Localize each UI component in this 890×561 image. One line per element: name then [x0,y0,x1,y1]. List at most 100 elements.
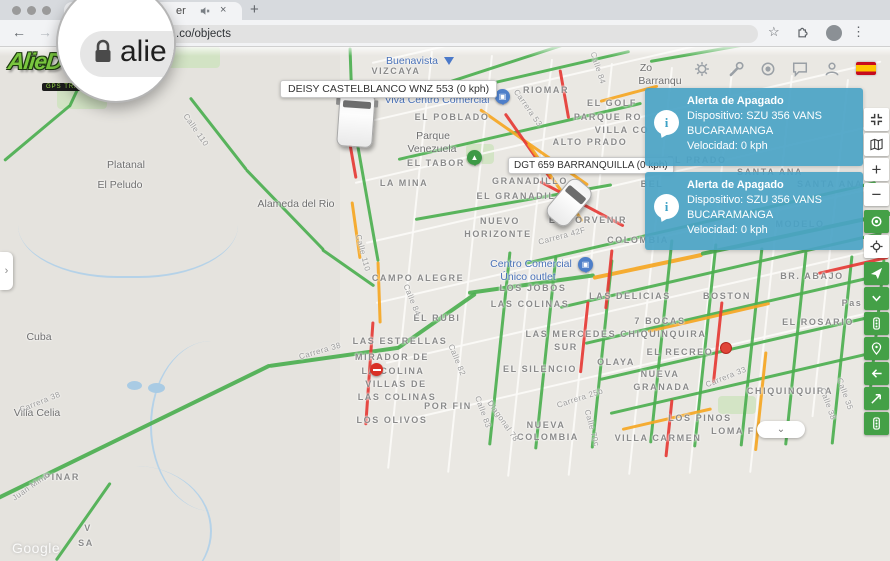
traffic-button[interactable] [864,312,889,335]
forward-button[interactable]: → [38,24,52,40]
tab-audio-icon[interactable] [200,6,210,16]
traffic-light-icon [873,317,880,330]
map-label: Alameda del Rio [257,198,335,210]
map-label: V [84,523,92,533]
compress-icon [870,113,883,126]
map-collapse-chevron[interactable]: ⌄ [757,421,805,438]
road-segment [3,104,71,162]
map-label: LOMA F [711,426,755,436]
routes-button[interactable] [864,362,889,385]
map-label: LOS PINOS [668,413,732,423]
map-label: LAS ESTRELLAS [352,336,448,346]
zoom-in-button[interactable]: + [864,158,889,181]
map-label: Buenavista [386,55,438,67]
map-label: GRANADA [633,382,691,392]
tab-title: er [176,5,186,17]
map-label: LAS MERCEDES CHIQUINQUIRA [525,329,707,339]
map-label: NUEVO [479,216,521,226]
map-label: VILLA CARMEN [614,433,702,443]
arrow-left-icon [871,369,882,378]
alert-popup[interactable]: i Alerta de Apagado Dispositivo: SZU 356… [645,172,863,250]
back-button[interactable]: ← [12,24,26,40]
window-zoom-dot[interactable] [42,6,51,15]
zoom-out-button[interactable]: − [864,183,889,206]
map-label: POR FIN [424,401,472,411]
lock-icon [92,38,114,66]
map-label: SUR [554,342,578,352]
cursor-tool-button[interactable] [864,387,889,410]
map-label: Pas [841,298,863,308]
map-layers-button[interactable] [864,133,889,156]
bookmark-star-icon[interactable]: ☆ [768,24,780,40]
map-label: SA [78,538,94,548]
map-icon [870,138,883,151]
vehicle-label[interactable]: DEISY CASTELBLANCO WNZ 553 (0 kph) [280,80,498,98]
mall-pin[interactable]: ▣ [578,257,593,273]
map-label: COLOMBIA [517,432,579,442]
street-signals-button[interactable] [864,412,889,435]
map-label: Platanal [107,159,145,171]
map-label: EL POBLADO [414,112,490,122]
geofence-button[interactable] [864,210,889,233]
map-label: Centro Comercial [490,258,572,270]
map-label: Venezuela [407,143,457,155]
mall-pin[interactable]: ▣ [495,89,510,105]
info-icon: i [654,110,679,135]
new-tab-button[interactable]: + [250,1,259,18]
window-minimize-dot[interactable] [27,6,36,15]
lake [127,381,142,390]
vehicle-marker-van[interactable] [335,91,379,149]
incident-marker [720,342,732,354]
map-label: RIOMAR [522,85,570,95]
navigation-arrow-icon [870,267,883,280]
map-label: LOS JOBOS [499,283,567,293]
settings-button[interactable] [694,61,710,77]
map-label: ALTO PRADO [552,137,628,147]
tools-button[interactable] [728,61,744,77]
poi-button[interactable] [864,337,889,360]
alert-speed: Velocidad: 0 kph [687,224,768,236]
extensions-puzzle-icon[interactable] [796,24,810,38]
map-label: LAS COLINAS [490,299,570,309]
info-icon: i [654,194,679,219]
chat-icon [792,62,808,77]
language-flag-spain[interactable] [856,62,876,75]
alert-popup[interactable]: i Alerta de Apagado Dispositivo: SZU 356… [645,88,863,166]
map-label: EL GRANADIL [476,191,556,201]
map-label: LA MINA [379,178,429,188]
map-label: 7 BOCAS [634,316,686,326]
alert-device: Dispositivo: SZU 356 VANS [687,110,822,122]
target-icon [761,62,775,76]
fit-map-button[interactable] [864,235,889,258]
alert-speed: Velocidad: 0 kph [687,140,768,152]
follow-button[interactable] [864,262,889,285]
map-label: Parque [416,130,450,142]
park-pin[interactable]: ▲ [467,150,482,166]
tracking-button[interactable] [760,61,776,77]
park-area [718,396,756,414]
left-panel-handle[interactable]: › [0,252,13,290]
google-watermark: Google [12,540,61,556]
map-label: EL RECREO [646,347,714,357]
map-label: EL TABOR [407,158,465,168]
url-text[interactable]: .co/objects [176,28,231,40]
map-label: OLAYA [597,357,635,367]
messages-button[interactable] [792,61,808,77]
user-icon [825,62,839,76]
buenavista-pin [444,57,454,70]
map-label: LOS OLIVOS [356,415,428,425]
target-icon [871,216,882,227]
filter-button[interactable] [864,287,889,310]
menu-kebab-icon[interactable]: ⋮ [852,24,865,40]
account-button[interactable] [824,61,840,77]
tab-close-button[interactable]: × [220,4,226,16]
map-label: PARQUE RO [573,112,643,122]
profile-avatar[interactable] [826,25,842,41]
window-close-dot[interactable] [12,6,21,15]
collapse-panel-button[interactable] [864,108,889,131]
map-label: CAMPO ALEGRE [371,273,465,283]
map-label: EL ROSARIO [782,317,854,327]
crosshair-icon [870,240,883,253]
screen: { "browser": { "tab_title": "er", "new_t… [0,0,890,561]
alert-city: BUCARAMANGA [687,125,774,137]
